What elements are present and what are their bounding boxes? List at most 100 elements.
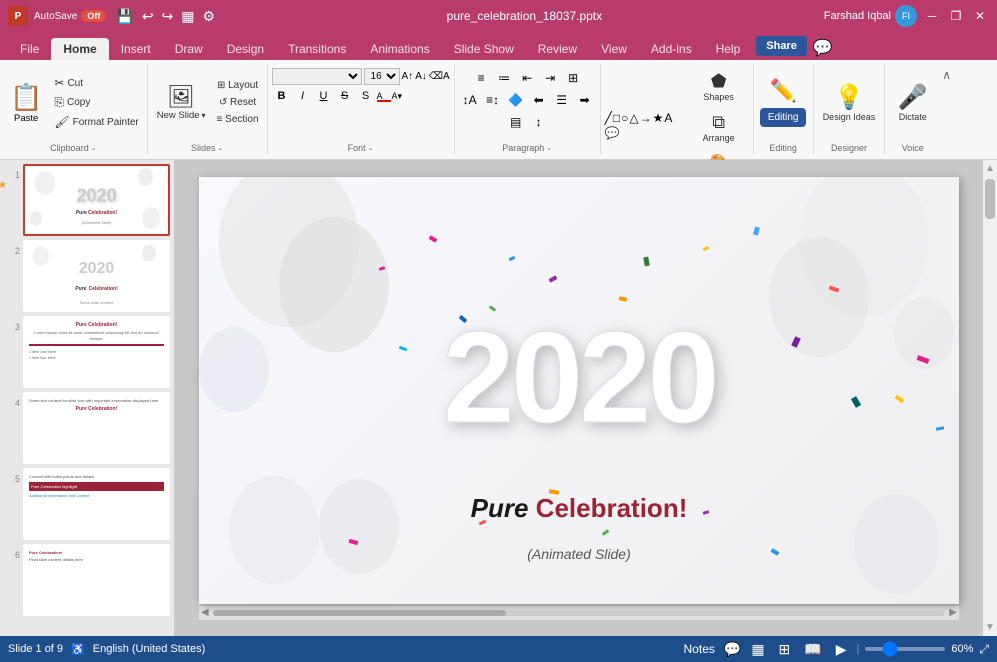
close-button[interactable]: ✕ [971,7,989,25]
strikethrough-button[interactable]: S [335,87,355,105]
align-left[interactable]: ⬅ [528,90,550,110]
tab-help[interactable]: Help [704,38,753,60]
shape-line[interactable]: ╱ [605,111,612,125]
slide-thumb-6[interactable]: 6 Pure Celebration! Final slide content … [4,544,170,616]
vertical-scroll-thumb[interactable] [985,179,995,219]
clipboard-expand-icon[interactable]: ⌄ [91,144,97,152]
layout-button[interactable]: ⊞ Layout [213,78,262,93]
tab-addins[interactable]: Add-ins [639,38,704,60]
tab-file[interactable]: File [8,38,51,60]
shapes-button[interactable]: ⬟ Shapes [689,68,749,105]
restore-button[interactable]: ❐ [947,7,965,25]
scroll-down-arrow[interactable]: ▼ [982,619,997,636]
underline-button[interactable]: U [314,87,334,105]
font-size-increase[interactable]: A↑ [402,71,414,82]
text-highlight-button[interactable]: A▾ [392,91,403,102]
italic-button[interactable]: I [293,87,313,105]
zoom-slider[interactable] [865,647,945,651]
slide-thumb-1[interactable]: 1 ★ 2020 Pure Celebration! (Animated Sli… [4,164,170,236]
tab-view[interactable]: View [589,38,639,60]
tab-transitions[interactable]: Transitions [276,38,358,60]
tab-home[interactable]: Home [51,38,108,60]
slide-thumb-3[interactable]: 3 Pure Celebration! Lorem ipsum dolor si… [4,316,170,388]
tab-insert[interactable]: Insert [109,38,163,60]
undo-icon[interactable]: ↩ [140,6,156,27]
font-expand-icon[interactable]: ⌄ [368,144,374,152]
numbering-button[interactable]: ≔ [493,68,515,88]
dictate-button[interactable]: 🎤 Dictate [893,80,933,125]
justify-button[interactable]: ▤ [505,112,527,132]
normal-view-button[interactable]: ▦ [747,639,768,660]
share-button[interactable]: Share [756,36,807,56]
format-painter-button[interactable]: 🖌Format Painter [50,113,142,131]
vertical-scrollbar[interactable]: ▲ ▼ [983,160,997,636]
save-icon[interactable]: 💾 [114,6,135,27]
slideshow-button[interactable]: ▶ [832,639,851,660]
columns-button[interactable]: ⊞ [562,68,584,88]
reading-view-button[interactable]: 📖 [800,639,825,660]
tab-slideshow[interactable]: Slide Show [442,38,526,60]
cut-button[interactable]: ✂Cut [50,74,142,92]
slides-expand-icon[interactable]: ⌄ [217,144,223,152]
tab-draw[interactable]: Draw [163,38,215,60]
fit-page-button[interactable]: ⤢ [979,642,989,657]
slide-thumb-4[interactable]: 4 Some text content for slide four with … [4,392,170,464]
bold-button[interactable]: B [272,87,292,105]
customize-icon[interactable]: ⚙ [201,6,218,27]
shadow-button[interactable]: S [356,87,376,105]
shape-oval[interactable]: ○ [621,111,628,125]
reset-button[interactable]: ↺ Reset [215,95,260,110]
slide-thumb-2[interactable]: 2 2020 Pure Celebration! Some slide cont… [4,240,170,312]
line-spacing[interactable]: ↕ [528,112,550,132]
tab-animations[interactable]: Animations [358,38,441,60]
paragraph-expand-icon[interactable]: ⌄ [546,144,552,152]
section-button[interactable]: ≡ Section [213,112,263,127]
scroll-right-arrow[interactable]: ▶ [949,607,957,618]
slide-panel[interactable]: 1 ★ 2020 Pure Celebration! (Animated Sli… [0,160,175,636]
editing-button[interactable]: Editing [760,108,807,127]
increase-indent[interactable]: ⇥ [539,68,561,88]
font-color-button[interactable]: A [377,91,391,102]
design-ideas-button[interactable]: 💡 Design Ideas [818,80,881,125]
shape-text[interactable]: A [664,111,672,125]
autosave-toggle[interactable]: Off [81,10,106,22]
arrange-button[interactable]: ⧉ Arrange [689,109,749,146]
copy-button[interactable]: ⎘Copy [50,93,142,112]
decrease-indent[interactable]: ⇤ [516,68,538,88]
slide-thumb-5[interactable]: 5 Content with bullet points and details… [4,468,170,540]
language-label[interactable]: English (United States) [93,643,206,655]
horizontal-scrollbar[interactable]: ◀ ▶ [199,606,959,620]
scroll-thumb[interactable] [213,610,506,616]
scroll-track[interactable] [213,610,946,616]
shape-star[interactable]: ★ [653,111,664,125]
new-slide-dropdown-icon[interactable]: ▾ [202,111,206,120]
notes-button[interactable]: Notes [681,641,718,657]
align-text[interactable]: ≡↕ [482,90,504,110]
shape-triangle[interactable]: △ [629,111,638,125]
smartart-button[interactable]: 🔷 [505,90,527,110]
bullets-button[interactable]: ≡ [470,68,492,88]
shape-callout[interactable]: 💬 [605,126,620,140]
tab-review[interactable]: Review [526,38,589,60]
tab-design[interactable]: Design [215,38,276,60]
accessibility-icon[interactable]: ♿ [71,643,85,656]
scroll-left-arrow[interactable]: ◀ [201,607,209,618]
font-size-select[interactable]: 16+ [364,68,400,85]
ribbon-collapse-button[interactable]: ∧ [940,64,953,155]
font-name-select[interactable] [272,68,362,85]
text-direction[interactable]: ↕A [459,90,481,110]
comments-icon[interactable]: 💬 [724,641,741,658]
align-right[interactable]: ➡ [574,90,596,110]
font-size-decrease[interactable]: A↓ [415,71,427,82]
slide-sorter-button[interactable]: ⊞ [775,639,795,660]
clear-formatting[interactable]: ⌫A [429,71,450,82]
scroll-up-arrow[interactable]: ▲ [982,160,997,177]
shape-arrow[interactable]: → [640,111,652,125]
comment-button[interactable]: 💬 [811,36,835,60]
redo-icon[interactable]: ↪ [160,6,176,27]
minimize-button[interactable]: ─ [923,7,941,25]
new-slide-button[interactable]: 🖼 New Slide ▾ [152,81,211,124]
align-center[interactable]: ☰ [551,90,573,110]
shape-rect[interactable]: □ [613,111,620,125]
paste-button[interactable]: 📋 Paste [4,79,48,127]
